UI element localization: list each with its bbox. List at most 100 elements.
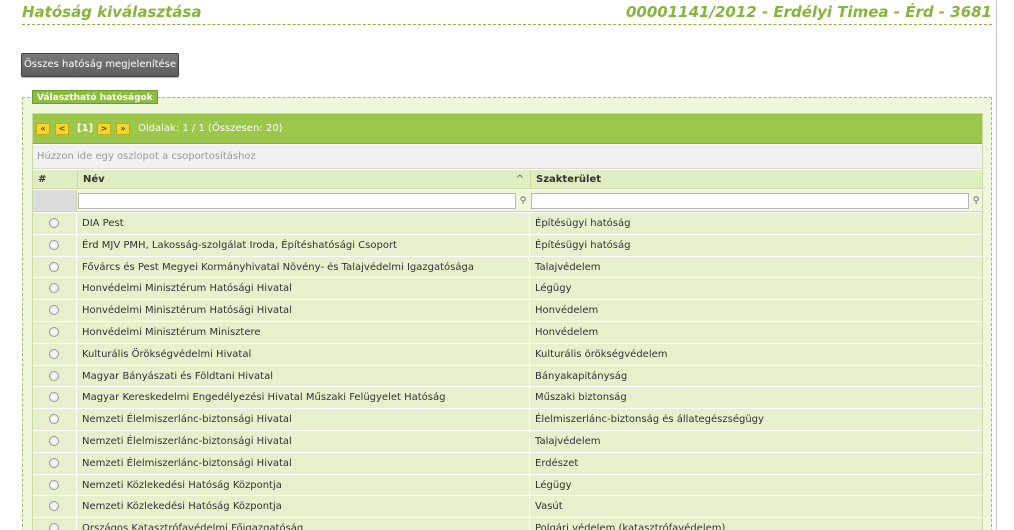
row-select-radio[interactable] — [49, 348, 59, 359]
row-select-cell — [33, 234, 77, 256]
specialty-cell: Bányakapitányság — [535, 370, 628, 382]
authority-name-cell: Érd MJV PMH, Lakosság-szolgálat Iroda, É… — [78, 234, 530, 256]
table-row[interactable]: Érd MJV PMH, Lakosság-szolgálat Iroda, É… — [33, 234, 982, 257]
row-select-cell — [33, 518, 77, 530]
column-header-name-label: Név — [83, 174, 105, 185]
grid-rows: DIA Pest Építésügyi hatóság Érd MJV PMH, L… — [33, 213, 982, 530]
specialty-cell: Honvédelem — [535, 326, 599, 338]
filter-cell-hash — [33, 190, 77, 211]
page-title: Hatóság kiválasztása — [22, 3, 202, 21]
prev-page-button[interactable]: < — [55, 123, 69, 135]
row-select-radio[interactable] — [49, 218, 59, 228]
row-select-radio[interactable] — [49, 326, 59, 337]
row-select-cell — [33, 213, 77, 234]
row-select-radio[interactable] — [49, 370, 59, 381]
authority-name-cell: Honvédelmi Minisztérum Hatósági Hivatal — [78, 278, 530, 300]
table-row[interactable]: Kulturális Örökségvédelmi Hivatal Kulturá… — [33, 343, 982, 366]
specialty-cell: Légügy — [535, 283, 572, 295]
area-filter-input[interactable] — [531, 193, 969, 209]
table-row[interactable]: DIA Pest Építésügyi hatóság — [33, 213, 982, 235]
last-page-button[interactable]: » — [116, 123, 130, 135]
row-select-radio[interactable] — [49, 523, 59, 530]
row-select-cell — [33, 300, 77, 322]
group-by-drop-area[interactable]: Húzzon ide egy oszlopot a csoportosításh… — [33, 145, 982, 169]
name-filter-input[interactable] — [78, 193, 516, 209]
authority-name-cell: Magyar Kereskedelmi Engedélyezési Hivata… — [78, 387, 530, 409]
authority-name-cell: Honvédelmi Minisztérum Hatósági Hivatal — [78, 300, 530, 322]
first-page-button[interactable]: « — [36, 123, 50, 135]
table-row[interactable]: Fővárcs és Pest Megyei Kormányhivatal Nö… — [33, 256, 982, 279]
authority-name-cell: Fővárcs és Pest Megyei Kormányhivatal Nö… — [78, 256, 530, 278]
column-header-area[interactable]: Szakterület — [531, 170, 982, 189]
row-select-cell — [33, 278, 77, 300]
table-row[interactable]: Honvédelmi Minisztérum Hatósági Hivatal L… — [33, 278, 982, 301]
table-row[interactable]: Országos Katasztrófavédelmi Főigazgatósá… — [33, 518, 982, 530]
row-select-cell — [33, 343, 77, 365]
row-select-radio[interactable] — [49, 283, 59, 294]
row-select-radio[interactable] — [49, 479, 59, 490]
row-select-radio[interactable] — [49, 435, 59, 446]
pager-info: Oldalak: 1 / 1 (Összesen: 20) — [138, 123, 283, 134]
specialty-cell: Légügy — [535, 479, 572, 491]
row-select-cell — [33, 365, 77, 387]
row-select-cell — [33, 409, 77, 431]
row-select-radio[interactable] — [49, 414, 59, 425]
specialty-cell: Talajvédelem — [535, 435, 601, 447]
specialty-cell: Honvédelem — [535, 305, 599, 317]
specialty-cell: Polgári védelem (katasztrófavédelem) — [535, 523, 726, 530]
filter-row: ⚲ ⚲ — [33, 190, 982, 212]
show-all-authorities-button[interactable]: Összes hatóság megjelenítése — [21, 53, 179, 77]
case-info: 00001141/2012 - Erdélyi Timea - Érd - 36… — [626, 3, 992, 21]
row-select-radio[interactable] — [49, 305, 59, 316]
row-select-radio[interactable] — [49, 239, 59, 250]
column-header-name[interactable]: Név ^ — [78, 170, 531, 189]
row-select-cell — [33, 387, 77, 409]
table-row[interactable]: Nemzeti Élelmiszerlánc-biztonsági Hivata… — [33, 430, 982, 453]
table-row[interactable]: Honvédelmi Minisztérum Hatósági Hivatal H… — [33, 300, 982, 322]
specialty-cell: Talajvédelem — [535, 261, 601, 273]
specialty-cell: Erdészet — [535, 457, 579, 469]
table-row[interactable]: Nemzeti Közlekedési Hatóság Központja Vas… — [33, 496, 982, 519]
authorities-grid: « < [1] > » Oldalak: 1 / 1 (Összesen: 20… — [32, 113, 983, 530]
row-select-cell — [33, 256, 77, 278]
row-select-radio[interactable] — [49, 261, 59, 272]
table-row[interactable]: Nemzeti Közlekedési Hatóság Központja Lég… — [33, 474, 982, 497]
row-select-cell — [33, 452, 77, 474]
authority-name-cell: Nemzeti Közlekedési Hatóság Központja — [78, 474, 530, 496]
table-row[interactable]: Magyar Kereskedelmi Engedélyezési Hivata… — [33, 387, 982, 410]
table-row[interactable]: Honvédelmi Minisztérum Minisztere Honvéde… — [33, 321, 982, 344]
table-row[interactable]: Nemzeti Élelmiszerlánc-biztonsági Hivata… — [33, 409, 982, 431]
column-header-hash: # — [33, 170, 78, 189]
specialty-cell: Élelmiszerlánc-biztonság és állategészsé… — [535, 414, 764, 426]
specialty-cell: Építésügyi hatóság — [535, 218, 631, 229]
authority-name-cell: Nemzeti Élelmiszerlánc-biztonsági Hivata… — [78, 452, 530, 474]
authority-name-cell: Nemzeti Élelmiszerlánc-biztonsági Hivata… — [78, 409, 530, 431]
pager-bar: « < [1] > » Oldalak: 1 / 1 (Összesen: 20… — [33, 114, 982, 144]
authority-name-cell: Kulturális Örökségvédelmi Hivatal — [78, 343, 530, 365]
authority-name-cell: DIA Pest — [78, 213, 530, 234]
row-select-cell — [33, 321, 77, 343]
authority-name-cell: Országos Katasztrófavédelmi Főigazgatósá… — [78, 518, 530, 530]
current-page[interactable]: [1] — [77, 123, 93, 135]
authority-name-cell: Nemzeti Közlekedési Hatóság Központja — [78, 496, 530, 518]
specialty-cell: Építésügyi hatóság — [535, 239, 631, 251]
authority-name-cell: Honvédelmi Minisztérum Minisztere — [78, 321, 530, 343]
window-right-edge — [996, 0, 1014, 530]
specialty-cell: Műszaki biztonság — [535, 392, 627, 404]
panel-legend: Választható hatóságok — [32, 90, 158, 104]
row-select-radio[interactable] — [49, 501, 59, 512]
next-page-button[interactable]: > — [97, 123, 111, 135]
sort-ascending-icon: ^ — [515, 174, 524, 185]
specialty-cell: Kulturális örökségvédelem — [535, 348, 668, 360]
row-select-radio[interactable] — [49, 457, 59, 468]
authority-name-cell: Magyar Bányászati és Földtani Hivatal — [78, 365, 530, 387]
row-select-cell — [33, 496, 77, 518]
table-row[interactable]: Magyar Bányászati és Földtani Hivatal Bán… — [33, 365, 982, 388]
row-select-cell — [33, 474, 77, 496]
name-filter-icon[interactable]: ⚲ — [516, 193, 530, 209]
area-filter-icon[interactable]: ⚲ — [969, 193, 982, 209]
row-select-radio[interactable] — [49, 392, 59, 403]
table-row[interactable]: Nemzeti Élelmiszerlánc-biztonsági Hivata… — [33, 452, 982, 475]
page-header: Hatóság kiválasztása 00001141/2012 - Erd… — [22, 3, 992, 25]
row-select-cell — [33, 430, 77, 452]
